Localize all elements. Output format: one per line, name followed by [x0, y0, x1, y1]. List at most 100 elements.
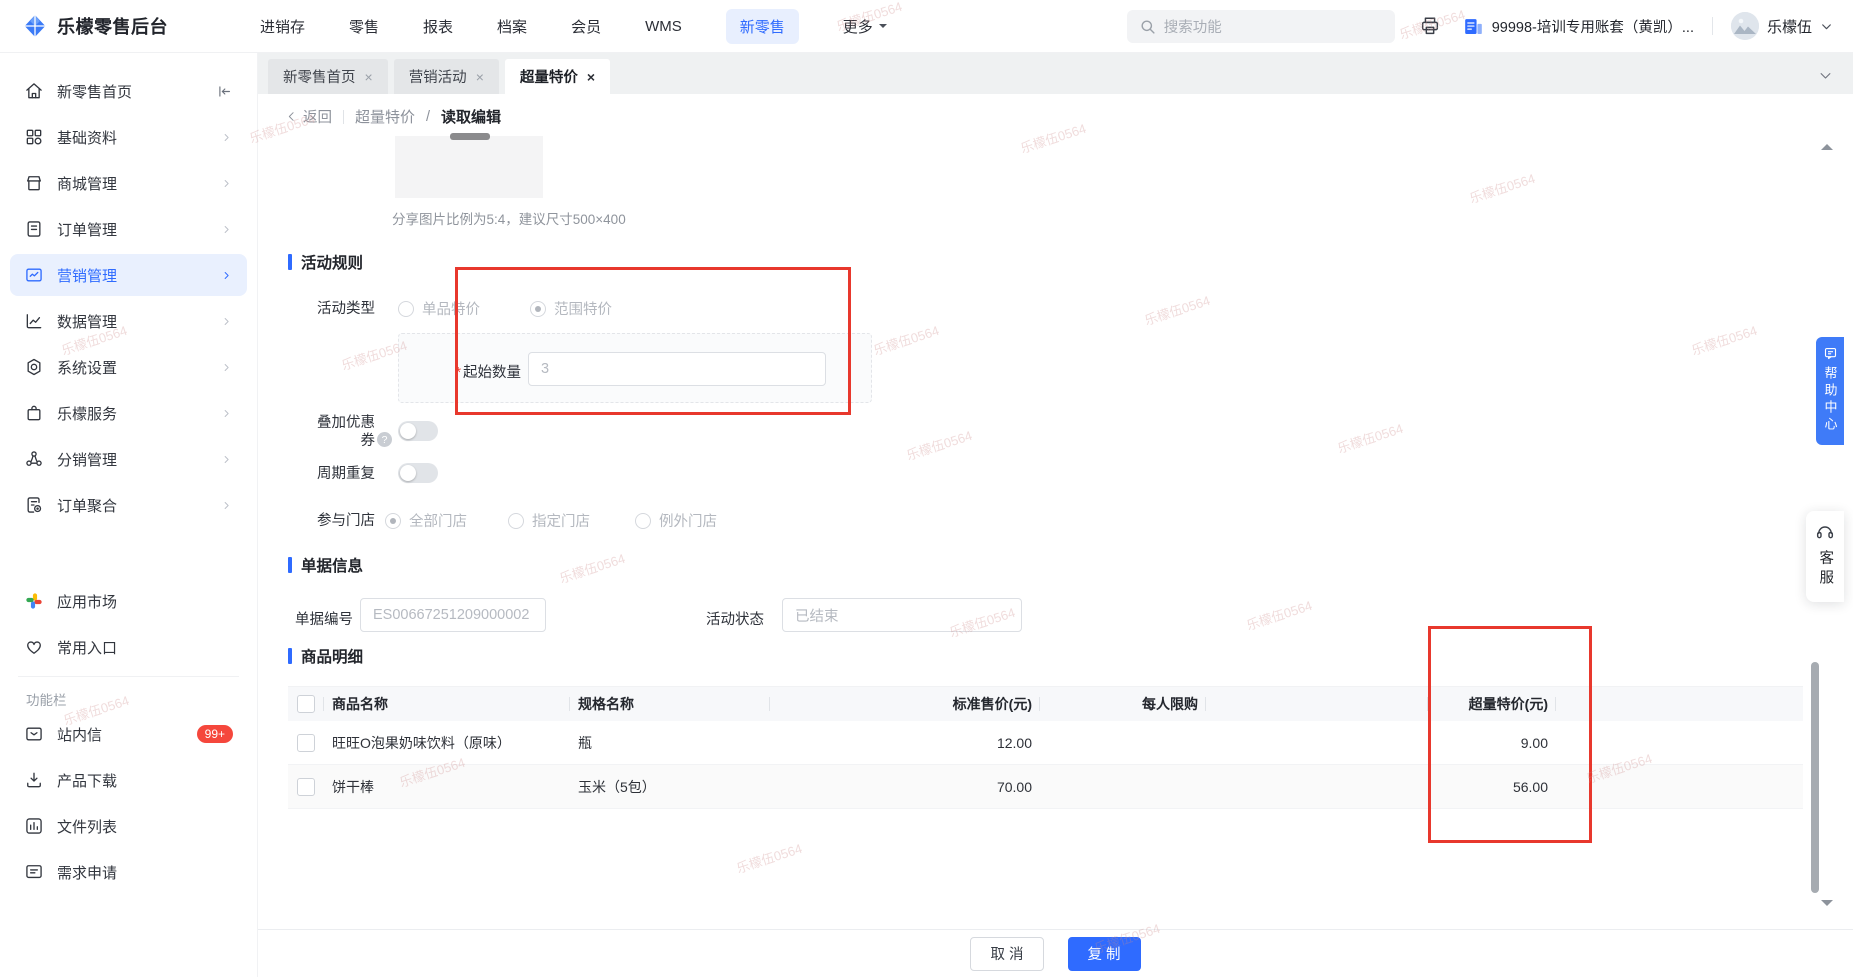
sidebar-item-mall[interactable]: 商城管理 — [10, 162, 247, 204]
sidebar: 新零售首页 基础资料 商城管理 订单管理 营销管理 数据管理 系统设置 乐檬服务… — [0, 52, 258, 977]
chevron-right-icon — [224, 133, 229, 141]
close-icon[interactable]: × — [365, 70, 373, 84]
sidebar-item-messages[interactable]: 站内信 99+ — [10, 713, 247, 755]
cell-tail — [1556, 721, 1803, 764]
required-asterisk: * — [455, 365, 461, 381]
sidebar-item-files[interactable]: 文件列表 — [10, 805, 247, 847]
sidebar-item-favorites[interactable]: 常用入口 — [10, 626, 247, 668]
customer-service-button[interactable]: 客服 — [1806, 511, 1844, 602]
user-name: 乐檬伍 — [1766, 18, 1812, 36]
menu-item-members[interactable]: 会员 — [571, 16, 601, 37]
sidebar-item-label: 订单聚合 — [57, 497, 118, 515]
radio-label: 例外门店 — [659, 514, 717, 530]
sidebar-item-label: 乐檬服务 — [57, 405, 118, 423]
select-all-checkbox[interactable] — [297, 695, 315, 713]
tab-marketing-activities[interactable]: 营销活动 × — [393, 59, 499, 94]
menu-item-new-retail[interactable]: 新零售 — [725, 8, 799, 44]
scroll-up-arrow[interactable] — [1821, 144, 1833, 150]
sidebar-item-label: 新零售首页 — [57, 83, 133, 101]
header-checkbox-cell — [288, 687, 324, 721]
radio-single-item-special[interactable]: 单品特价 — [398, 298, 480, 319]
cancel-button[interactable]: 取 消 — [970, 936, 1044, 971]
radio-all-stores[interactable]: 全部门店 — [385, 510, 467, 531]
printer-icon[interactable] — [1419, 15, 1441, 37]
sidebar-collapse-icon[interactable] — [216, 83, 233, 100]
breadcrumb-parent[interactable]: 超量特价 — [355, 106, 415, 127]
radio-range-special[interactable]: 范围特价 — [530, 298, 612, 319]
sidebar-item-marketing[interactable]: 营销管理 — [10, 254, 247, 296]
sidebar-item-distribution[interactable]: 分销管理 — [10, 438, 247, 480]
radio-icon — [508, 512, 524, 529]
cell-spec-name: 玉米（5包） — [578, 778, 656, 795]
start-qty-label: * 起始数量 — [399, 361, 521, 382]
start-qty-label-text: 起始数量 — [463, 365, 521, 381]
cell-per-person-limit — [1040, 765, 1206, 808]
topbar: 乐檬零售后台 进销存 零售 报表 档案 会员 WMS 新零售 更多 搜索功能 9… — [0, 0, 1853, 53]
cell-spacer — [1206, 765, 1428, 808]
row-checkbox[interactable] — [297, 777, 315, 796]
bag-icon — [27, 405, 41, 421]
sidebar-item-downloads[interactable]: 产品下载 — [10, 759, 247, 801]
user-menu[interactable]: 乐檬伍 — [1730, 12, 1833, 40]
menu-item-retail[interactable]: 零售 — [349, 16, 379, 37]
help-center-button[interactable]: 帮助中心 — [1816, 337, 1844, 445]
doc-no-input[interactable]: ES00667251209000002 — [360, 598, 546, 632]
activity-status-input[interactable]: 已结束 — [782, 598, 1022, 632]
tab-label: 营销活动 — [408, 70, 467, 86]
sidebar-item-orders[interactable]: 订单管理 — [10, 208, 247, 250]
sidebar-item-app-market[interactable]: 应用市场 — [10, 580, 247, 622]
cell-per-person-limit — [1040, 721, 1206, 764]
back-button[interactable]: 返回 — [285, 106, 332, 127]
sidebar-item-order-aggregate[interactable]: 订单聚合 — [10, 484, 247, 526]
scroll-down-arrow[interactable] — [1821, 900, 1833, 906]
menu-item-more[interactable]: 更多 — [843, 16, 887, 37]
tab-label: 超量特价 — [519, 70, 578, 86]
sidebar-item-data[interactable]: 数据管理 — [10, 300, 247, 342]
image-ratio-hint: 分享图片比例为5:4，建议尺寸500×400 — [392, 212, 626, 227]
sidebar-item-services[interactable]: 乐檬服务 — [10, 392, 247, 434]
sidebar-item-label: 数据管理 — [57, 313, 118, 331]
stack-coupon-toggle[interactable] — [398, 421, 438, 441]
cell-spacer — [1206, 721, 1428, 764]
sidebar-item-requests[interactable]: 需求申请 — [10, 851, 247, 893]
order-doc-icon — [27, 221, 41, 237]
radio-excluded-stores[interactable]: 例外门店 — [635, 510, 717, 531]
account-selector[interactable]: 99998-培训专用账套（黄凯）... — [1463, 16, 1694, 37]
tab-overflow-chevron-icon[interactable] — [1818, 68, 1833, 83]
radio-specified-stores[interactable]: 指定门店 — [508, 510, 590, 531]
column-header-per-person-limit: 每人限购 — [1040, 687, 1206, 721]
close-icon[interactable]: × — [587, 70, 595, 84]
sidebar-item-settings[interactable]: 系统设置 — [10, 346, 247, 388]
column-header-spec-name: 规格名称 — [570, 687, 770, 721]
tab-new-retail-home[interactable]: 新零售首页 × — [268, 59, 388, 94]
section-product-detail: 商品明细 — [288, 645, 363, 667]
logo-diamond-icon — [24, 15, 46, 37]
sidebar-item-label: 产品下载 — [57, 772, 118, 790]
help-icon[interactable]: ? — [377, 432, 392, 447]
start-qty-input[interactable]: 3 — [528, 352, 826, 386]
sidebar-item-basic-data[interactable]: 基础资料 — [10, 116, 247, 158]
menu-item-wms[interactable]: WMS — [645, 18, 682, 35]
page-content: 返回 超量特价 / 读取编辑 分享图片比例为5:4，建议尺寸500×400 活动… — [258, 94, 1853, 930]
close-icon[interactable]: × — [476, 70, 484, 84]
chevron-left-icon — [288, 112, 294, 121]
share-image-preview[interactable] — [395, 136, 543, 198]
sidebar-item-home[interactable]: 新零售首页 — [10, 70, 247, 112]
stores-label: 参与门店 — [317, 513, 375, 529]
copy-button[interactable]: 复 制 — [1067, 936, 1141, 971]
menu-item-archives[interactable]: 档案 — [497, 16, 527, 37]
breadcrumb-separator: / — [426, 108, 431, 125]
app-logo[interactable]: 乐檬零售后台 — [0, 13, 168, 39]
search-input[interactable]: 搜索功能 — [1126, 9, 1395, 43]
tab-over-quantity-special[interactable]: 超量特价 × — [504, 59, 611, 94]
cycle-repeat-toggle[interactable] — [398, 463, 438, 483]
tab-label: 新零售首页 — [283, 70, 356, 86]
stack-coupon-label-line2: 券 — [360, 433, 376, 449]
menu-item-inventory[interactable]: 进销存 — [260, 16, 305, 37]
menu-item-reports[interactable]: 报表 — [423, 16, 453, 37]
radio-label: 全部门店 — [409, 514, 467, 530]
row-checkbox[interactable] — [297, 733, 315, 752]
scrollbar-thumb[interactable] — [1811, 662, 1819, 893]
customer-service-label: 客服 — [1817, 550, 1834, 589]
radio-icon — [635, 512, 651, 529]
